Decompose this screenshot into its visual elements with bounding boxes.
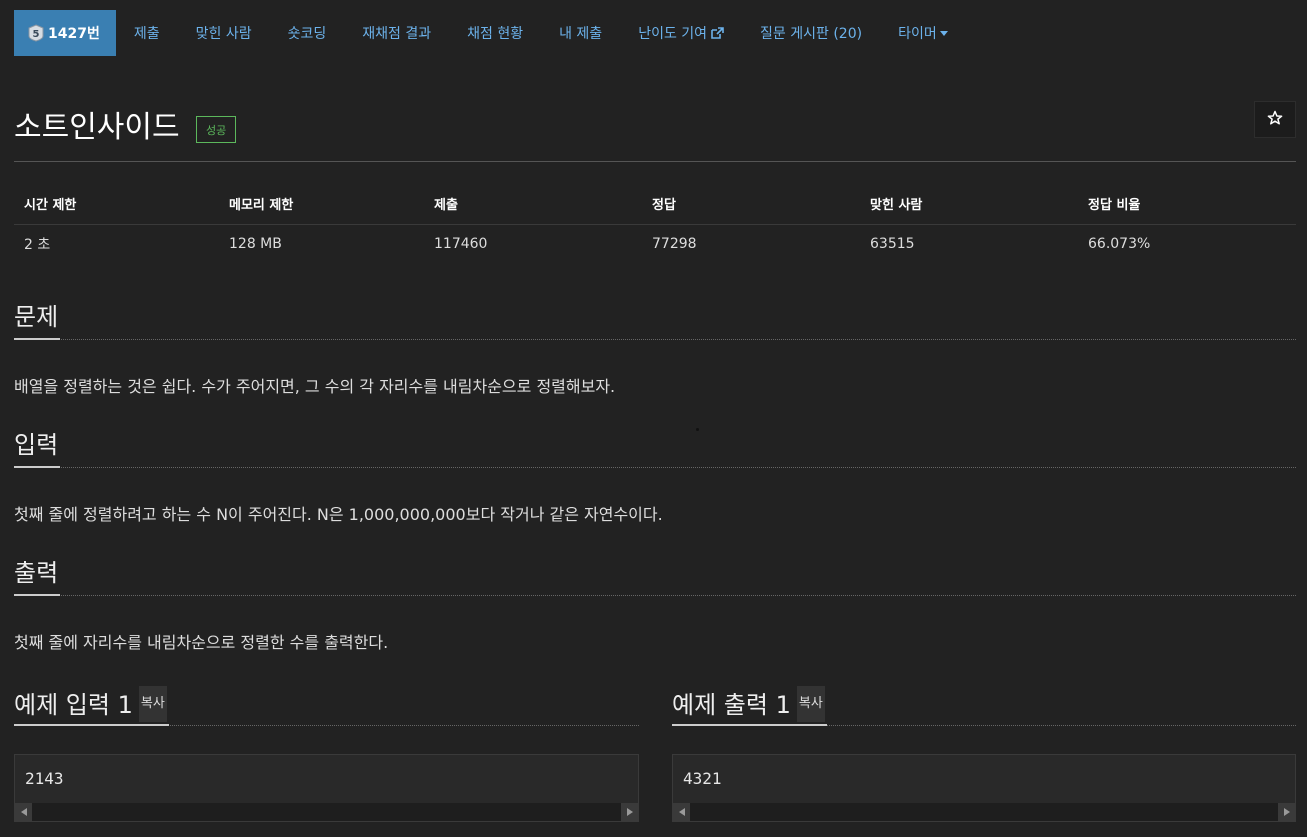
sample-input-value: 2143 bbox=[25, 769, 64, 788]
header-time-limit: 시간 제한 bbox=[14, 184, 219, 225]
section-heading: 예제 입력 1 복사 bbox=[14, 686, 169, 726]
sample-output-section: 예제 출력 1 복사 bbox=[672, 686, 1296, 726]
section-heading: 출력 bbox=[14, 558, 61, 596]
section-head: 입력 bbox=[14, 430, 1296, 468]
header-submissions: 제출 bbox=[424, 184, 642, 225]
value-accept-ratio: 66.073% bbox=[1088, 236, 1151, 253]
nav-submit[interactable]: 제출 bbox=[116, 10, 178, 56]
problem-nav: 5 1427번 제출 맞힌 사람 숏코딩 재채점 결과 채점 현황 내 제출 난… bbox=[14, 10, 1293, 56]
info-value-row: 2 초 128 MB 117460 77298 63515 66.073% bbox=[14, 224, 1296, 264]
header-accept-ratio: 정답 비율 bbox=[1078, 184, 1296, 225]
header-solved-users: 맞힌 사람 bbox=[860, 184, 1078, 225]
section-heading: 입력 bbox=[14, 430, 61, 468]
problem-title-row: 소트인사이드 성공 bbox=[14, 100, 1296, 162]
section-heading: 예제 출력 1 복사 bbox=[672, 686, 827, 726]
nav-difficulty-contribute-label: 난이도 기여 bbox=[638, 26, 708, 42]
nav-submit-label: 제출 bbox=[133, 26, 160, 42]
tier-badge-icon: 5 bbox=[28, 24, 44, 42]
horizontal-scrollbar[interactable] bbox=[15, 803, 638, 821]
nav-question-board-label: 질문 게시판 (20) bbox=[760, 26, 863, 42]
problem-info-table: 시간 제한 메모리 제한 제출 정답 맞힌 사람 정답 비율 2 초 128 M… bbox=[14, 184, 1296, 264]
sample-output-heading: 예제 출력 1 bbox=[672, 691, 791, 719]
scroll-right-arrow-icon[interactable] bbox=[1278, 803, 1295, 821]
status-badge: 성공 bbox=[196, 116, 237, 143]
sample-output-box[interactable]: 4321 bbox=[672, 754, 1296, 822]
header-memory-limit: 메모리 제한 bbox=[219, 184, 424, 225]
problem-description-text: 배열을 정렬하는 것은 쉽다. 수가 주어지면, 그 수의 각 자리수를 내림차… bbox=[14, 377, 616, 396]
value-submissions: 117460 bbox=[434, 236, 488, 253]
input-description-text: 첫째 줄에 정렬하려고 하는 수 N이 주어진다. N은 1,000,000,0… bbox=[14, 505, 663, 524]
tier-level: 5 bbox=[33, 29, 40, 40]
section-head: 예제 출력 1 복사 bbox=[672, 686, 1296, 726]
horizontal-scrollbar[interactable] bbox=[673, 803, 1295, 821]
nav-difficulty-contribute[interactable]: 난이도 기여 bbox=[620, 10, 742, 56]
copy-sample-input-button[interactable]: 복사 bbox=[138, 686, 167, 722]
section-heading: 문제 bbox=[14, 302, 61, 340]
nav-short-coding[interactable]: 숏코딩 bbox=[270, 10, 345, 56]
nav-status-label: 채점 현황 bbox=[467, 26, 524, 42]
info-header-row: 시간 제한 메모리 제한 제출 정답 맞힌 사람 정답 비율 bbox=[14, 184, 1296, 225]
sample-input-heading: 예제 입력 1 bbox=[14, 691, 133, 719]
header-accepted: 정답 bbox=[642, 184, 860, 225]
scroll-right-arrow-icon[interactable] bbox=[621, 803, 638, 821]
nav-problem-number[interactable]: 5 1427번 bbox=[14, 10, 116, 56]
nav-status[interactable]: 채점 현황 bbox=[449, 10, 541, 56]
sample-output-value: 4321 bbox=[683, 769, 722, 788]
value-accepted: 77298 bbox=[652, 236, 697, 253]
nav-solved-users[interactable]: 맞힌 사람 bbox=[178, 10, 270, 56]
nav-question-board[interactable]: 질문 게시판 (20) bbox=[742, 10, 880, 56]
nav-rejudge-label: 재채점 결과 bbox=[362, 26, 432, 42]
nav-problem-number-label: 1427번 bbox=[48, 26, 100, 42]
sample-input-box[interactable]: 2143 bbox=[14, 754, 639, 822]
favorite-button[interactable] bbox=[1254, 101, 1296, 138]
nav-rejudge[interactable]: 재채점 결과 bbox=[344, 10, 449, 56]
nav-my-submissions[interactable]: 내 제출 bbox=[541, 10, 620, 56]
star-icon bbox=[1267, 110, 1283, 130]
value-memory-limit: 128 MB bbox=[229, 236, 282, 253]
copy-sample-output-button[interactable]: 복사 bbox=[796, 686, 825, 722]
section-head: 문제 bbox=[14, 302, 1296, 340]
nav-solved-users-label: 맞힌 사람 bbox=[195, 26, 252, 42]
nav-short-coding-label: 숏코딩 bbox=[287, 26, 327, 42]
external-link-icon bbox=[711, 27, 724, 39]
nav-my-submissions-label: 내 제출 bbox=[559, 26, 603, 42]
output-section: 출력 첫째 줄에 자리수를 내림차순으로 정렬한 수를 출력한다. bbox=[14, 558, 1296, 653]
section-head: 예제 입력 1 복사 bbox=[14, 686, 639, 726]
scroll-left-arrow-icon[interactable] bbox=[15, 803, 32, 821]
output-description-text: 첫째 줄에 자리수를 내림차순으로 정렬한 수를 출력한다. bbox=[14, 633, 389, 652]
value-time-limit: 2 초 bbox=[24, 237, 51, 254]
nav-timer-label: 타이머 bbox=[898, 26, 937, 42]
page-title: 소트인사이드 bbox=[14, 110, 180, 145]
input-section: 입력 첫째 줄에 정렬하려고 하는 수 N이 주어진다. N은 1,000,00… bbox=[14, 430, 1296, 525]
scroll-left-arrow-icon[interactable] bbox=[673, 803, 690, 821]
nav-timer-dropdown[interactable]: 타이머 bbox=[880, 10, 966, 56]
sample-input-section: 예제 입력 1 복사 bbox=[14, 686, 639, 726]
problem-description-section: 문제 배열을 정렬하는 것은 쉽다. 수가 주어지면, 그 수의 각 자리수를 … bbox=[14, 302, 1296, 397]
value-solved-users: 63515 bbox=[870, 236, 915, 253]
section-head: 출력 bbox=[14, 558, 1296, 596]
caret-down-icon bbox=[939, 30, 948, 36]
